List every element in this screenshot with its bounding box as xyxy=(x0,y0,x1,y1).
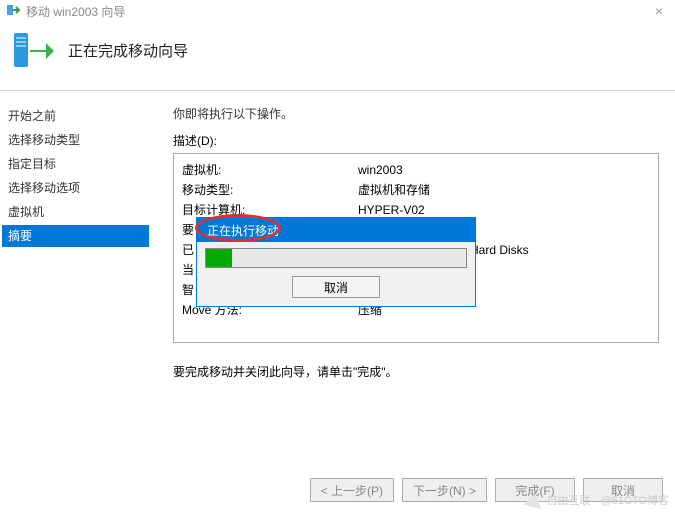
move-type-value: 虚拟机和存储 xyxy=(358,180,650,200)
footer-text: 要完成移动并关闭此向导，请单击"完成"。 xyxy=(173,363,659,380)
wizard-header: 正在完成移动向导 xyxy=(0,22,675,91)
progress-body: 取消 xyxy=(197,242,475,306)
progress-bar-fill xyxy=(206,249,232,267)
sidebar-item-before-begin[interactable]: 开始之前 xyxy=(2,105,149,127)
progress-dialog-titlebar: 正在执行移动 xyxy=(197,218,475,242)
sidebar-item-move-type[interactable]: 选择移动类型 xyxy=(2,129,149,151)
vm-label: 虚拟机: xyxy=(182,160,358,180)
next-button: 下一步(N) > xyxy=(402,478,487,502)
progress-cancel-button[interactable]: 取消 xyxy=(292,276,380,298)
progress-title: 正在执行移动 xyxy=(207,222,279,239)
close-icon[interactable]: × xyxy=(649,3,669,19)
description-label: 描述(D): xyxy=(173,132,659,149)
progress-dialog: 正在执行移动 取消 xyxy=(196,217,476,307)
wizard-icon xyxy=(6,3,20,20)
intro-text: 你即将执行以下操作。 xyxy=(173,105,659,122)
wizard-buttons: < 上一步(P) 下一步(N) > 完成(F) 取消 xyxy=(310,478,663,502)
header-icon xyxy=(12,28,54,72)
prev-button: < 上一步(P) xyxy=(310,478,394,502)
sidebar: 开始之前 选择移动类型 指定目标 选择移动选项 虚拟机 摘要 xyxy=(0,91,155,466)
cancel-button[interactable]: 取消 xyxy=(583,478,663,502)
header-title: 正在完成移动向导 xyxy=(68,40,188,61)
vm-value: win2003 xyxy=(358,160,650,180)
sidebar-item-vm[interactable]: 虚拟机 xyxy=(2,201,149,223)
progress-bar xyxy=(205,248,467,268)
titlebar: 移动 win2003 向导 × xyxy=(0,0,675,22)
row-vm: 虚拟机: win2003 xyxy=(182,160,650,180)
sidebar-item-move-options[interactable]: 选择移动选项 xyxy=(2,177,149,199)
sidebar-item-target[interactable]: 指定目标 xyxy=(2,153,149,175)
move-type-label: 移动类型: xyxy=(182,180,358,200)
window-title: 移动 win2003 向导 xyxy=(26,3,125,20)
finish-button: 完成(F) xyxy=(495,478,575,502)
sidebar-item-summary[interactable]: 摘要 xyxy=(2,225,149,247)
row-move-type: 移动类型: 虚拟机和存储 xyxy=(182,180,650,200)
